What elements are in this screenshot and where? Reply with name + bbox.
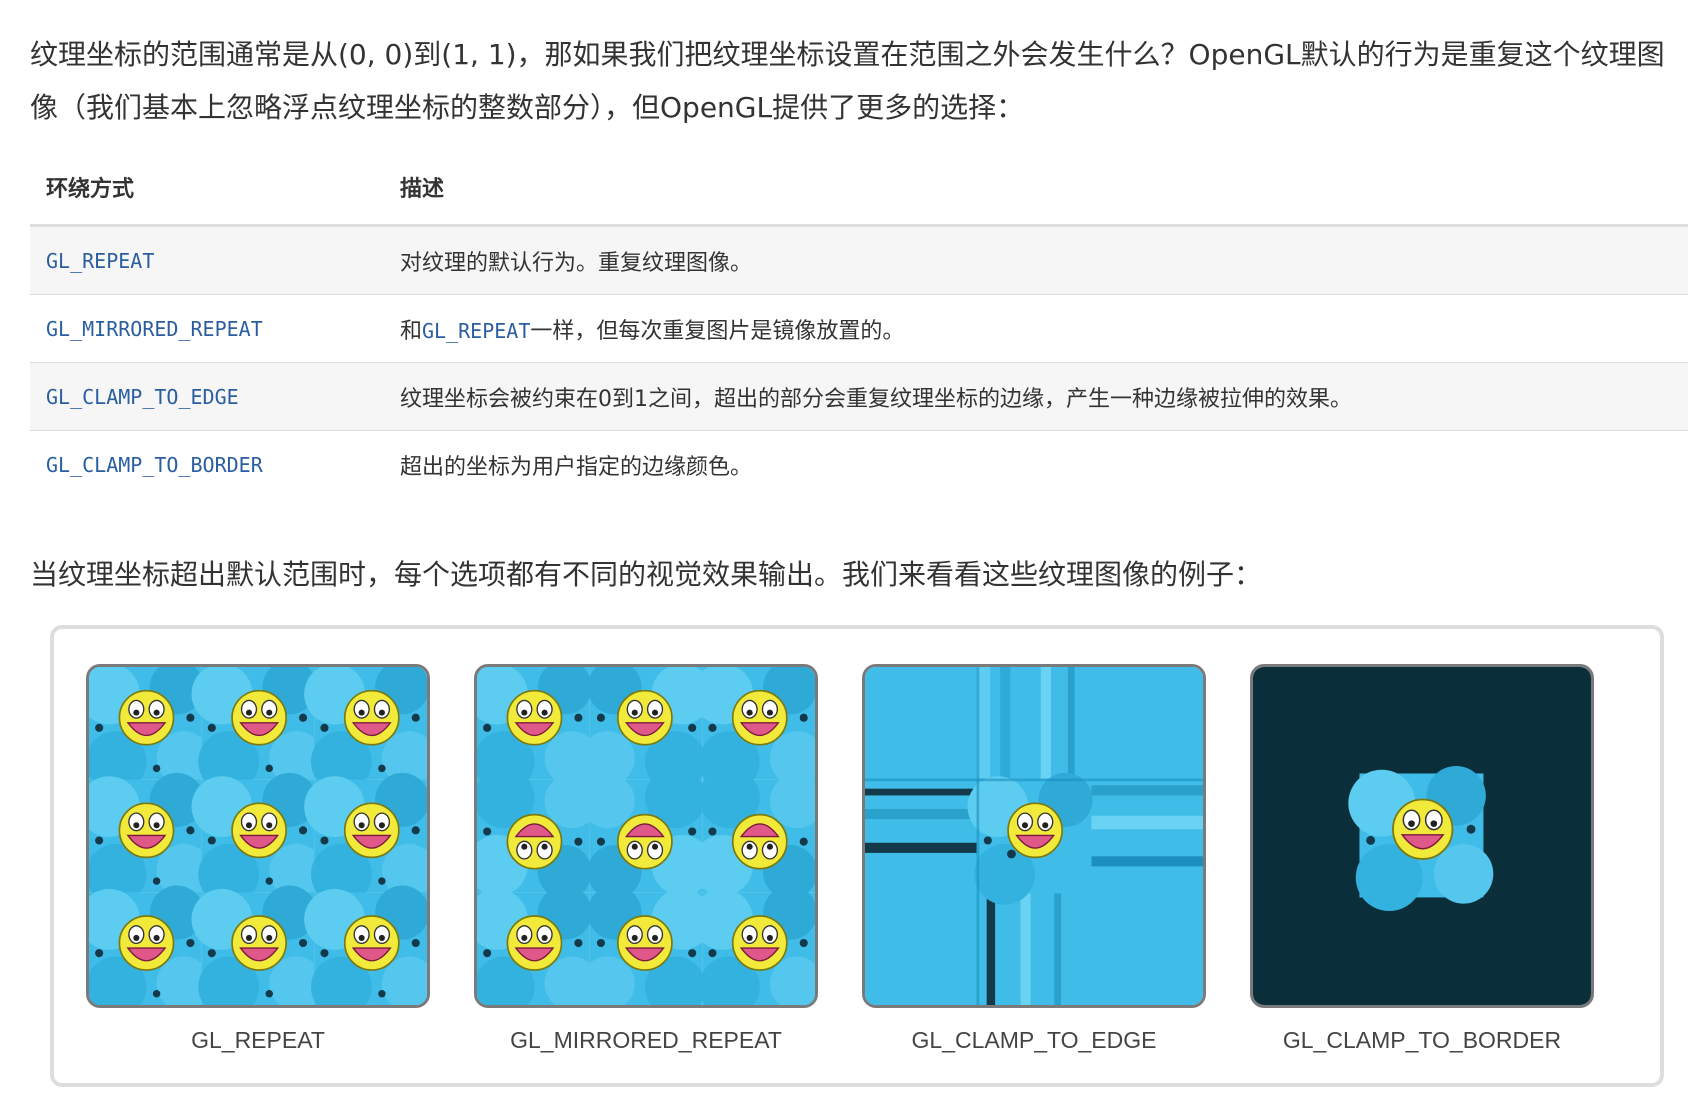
mode-cell: GL_CLAMP_TO_BORDER — [30, 430, 384, 498]
header-wrap-mode: 环绕方式 — [30, 150, 384, 227]
description-cell: 纹理坐标会被约束在0到1之间，超出的部分会重复纹理坐标的边缘，产生一种边缘被拉伸… — [384, 362, 1688, 431]
mode-cell: GL_CLAMP_TO_EDGE — [30, 362, 384, 431]
table-row: GL_REPEAT 对纹理的默认行为。重复纹理图像。 — [30, 225, 1688, 295]
repeat-caption: GL_REPEAT — [191, 1027, 325, 1053]
clamp-to-edge-example-image — [862, 664, 1206, 1008]
table-header-row: 环绕方式 描述 — [30, 150, 1688, 227]
description-text: 和 — [400, 318, 423, 344]
description-cell: 超出的坐标为用户指定的边缘颜色。 — [384, 430, 1688, 498]
mirrored-repeat-caption: GL_MIRRORED_REPEAT — [510, 1027, 782, 1053]
clamp-to-edge-caption: GL_CLAMP_TO_EDGE — [911, 1027, 1157, 1053]
description-cell: 和GL_REPEAT一样，但每次重复图片是镜像放置的。 — [384, 294, 1688, 363]
wrap-mode-table: 环绕方式 描述 GL_REPEAT 对纹理的默认行为。重复纹理图像。 GL_MI… — [30, 150, 1688, 498]
table-row: GL_CLAMP_TO_BORDER 超出的坐标为用户指定的边缘颜色。 — [30, 430, 1688, 498]
mirrored-repeat-example-image — [474, 664, 818, 1008]
inline-code: GL_REPEAT — [422, 318, 531, 343]
mirrored-texture-svg — [477, 667, 815, 1005]
clamp-to-border-example-image — [1250, 664, 1594, 1008]
clamp-border-texture-svg — [1253, 667, 1591, 1005]
clamp-to-border-caption: GL_CLAMP_TO_BORDER — [1282, 1027, 1562, 1053]
header-description: 描述 — [384, 150, 1688, 227]
intro-paragraph: 纹理坐标的范围通常是从(0, 0)到(1, 1)，那如果我们把纹理坐标设置在范围… — [30, 38, 1665, 124]
table-row: GL_MIRRORED_REPEAT 和GL_REPEAT一样，但每次重复图片是… — [30, 294, 1688, 363]
repeat-texture-svg — [89, 667, 427, 1005]
mode-cell: GL_REPEAT — [30, 225, 384, 295]
wrap-examples-figure: GL_REPEAT GL_MIRRORED_REPEAT GL_CLAMP_TO… — [50, 625, 1664, 1087]
page: 纹理坐标的范围通常是从(0, 0)到(1, 1)，那如果我们把纹理坐标设置在范围… — [0, 0, 1698, 1096]
description-text: 一样，但每次重复图片是镜像放置的。 — [530, 318, 905, 344]
examples-paragraph: 当纹理坐标超出默认范围时，每个选项都有不同的视觉效果输出。我们来看看这些纹理图像… — [30, 558, 1263, 591]
repeat-example-image — [86, 664, 430, 1008]
mode-cell: GL_MIRRORED_REPEAT — [30, 294, 384, 363]
description-cell: 对纹理的默认行为。重复纹理图像。 — [384, 225, 1688, 295]
table-row: GL_CLAMP_TO_EDGE 纹理坐标会被约束在0到1之间，超出的部分会重复… — [30, 362, 1688, 431]
clamp-edge-texture-svg — [865, 667, 1203, 1005]
